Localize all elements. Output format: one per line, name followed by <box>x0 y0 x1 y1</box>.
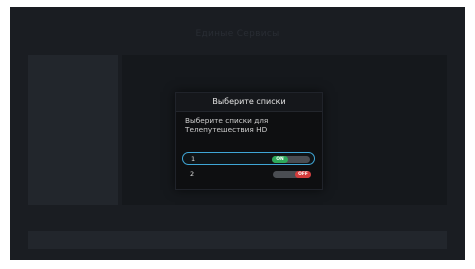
list-item-number: 1 <box>191 154 196 163</box>
list-item-number: 2 <box>190 169 195 178</box>
list-item-1[interactable]: 1 ON <box>182 152 315 165</box>
select-lists-dialog: Выберите списки Выберите списки для Теле… <box>175 92 323 190</box>
dialog-title: Выберите списки <box>212 97 286 106</box>
background-footer <box>28 231 447 249</box>
toggle-on-indicator: ON <box>272 155 288 163</box>
background-panel-left <box>28 55 118 205</box>
tv-screen: Единые Сервисы Выберите списки Выберите … <box>10 7 465 260</box>
background-title: Единые Сервисы <box>195 29 280 39</box>
list-item-2-toggle[interactable]: OFF <box>273 171 311 178</box>
list-item-2[interactable]: 2 OFF <box>182 168 315 181</box>
dialog-header: Выберите списки <box>176 93 322 112</box>
toggle-off-indicator: OFF <box>295 171 311 178</box>
dialog-message: Выберите списки для Телепутешествия HD <box>185 116 269 134</box>
list-item-1-toggle[interactable]: ON <box>272 155 310 163</box>
